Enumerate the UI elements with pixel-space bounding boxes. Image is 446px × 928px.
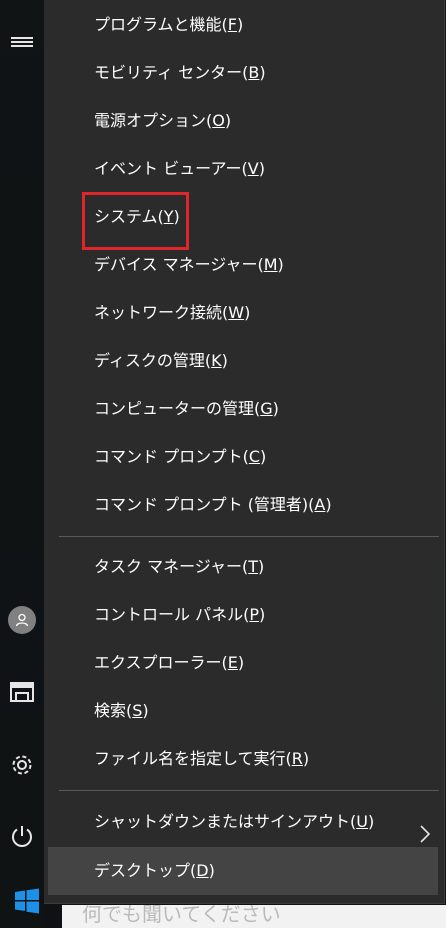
- menu-item-label: ディスクの管理(: [94, 351, 212, 370]
- menu-item-label: 電源オプション(: [94, 111, 213, 130]
- menu-item-search[interactable]: 検索(S): [44, 687, 444, 735]
- menu-item-label: モビリティ センター(: [94, 63, 249, 82]
- accelerator-key: U: [356, 812, 368, 831]
- menu-item-label-end: ): [224, 111, 232, 130]
- menu-item-label-end: ): [221, 351, 228, 370]
- menu-item-control-panel[interactable]: コントロール パネル(P): [44, 591, 444, 639]
- menu-item-label-end: ): [208, 861, 215, 880]
- menu-item-label-end: ): [258, 557, 265, 576]
- accelerator-key: T: [248, 557, 258, 576]
- settings-gear-icon[interactable]: [0, 743, 44, 787]
- accelerator-key: W: [228, 303, 245, 322]
- user-icon: [8, 606, 36, 634]
- menu-item-label-end: ): [258, 159, 265, 178]
- hamburger-icon[interactable]: [0, 20, 44, 64]
- menu-item-network-connections[interactable]: ネットワーク接続(W): [44, 289, 444, 337]
- menu-item-computer-management[interactable]: コンピューターの管理(G): [44, 385, 444, 433]
- accelerator-key: A: [314, 495, 326, 514]
- accelerator-key: V: [247, 159, 259, 178]
- menu-item-event-viewer[interactable]: イベント ビューアー(V): [44, 145, 444, 193]
- file-explorer-icon[interactable]: [0, 670, 44, 714]
- menu-item-command-prompt[interactable]: コマンド プロンプト(C): [44, 433, 444, 481]
- accelerator-key: D: [196, 861, 209, 880]
- accelerator-key: S: [132, 701, 143, 720]
- accelerator-key: M: [263, 255, 278, 274]
- menu-item-label-end: ): [259, 605, 266, 624]
- menu-item-label-end: ): [237, 653, 245, 672]
- menu-item-label-end: ): [260, 447, 267, 466]
- menu-item-label: 検索(: [94, 701, 133, 720]
- menu-item-shutdown-signout[interactable]: シャットダウンまたはサインアウト(U): [44, 798, 444, 846]
- accelerator-key: G: [260, 399, 273, 418]
- menu-item-power-options[interactable]: 電源オプション(O): [44, 97, 444, 145]
- menu-item-label: デスクトップ(: [94, 861, 197, 880]
- user-account-button[interactable]: [0, 598, 44, 642]
- menu-item-desktop[interactable]: デスクトップ(D): [48, 847, 438, 895]
- menu-item-label: プログラムと機能(: [94, 15, 228, 34]
- menu-item-label-end: ): [244, 303, 251, 322]
- start-menu-rail: [0, 0, 44, 928]
- accelerator-key: O: [212, 111, 225, 130]
- menu-item-label: コントロール パネル(: [94, 605, 250, 624]
- accelerator-key: B: [248, 63, 260, 82]
- menu-item-label: ファイル名を指定して実行(: [94, 749, 292, 768]
- taskbar-search-box[interactable]: 何でも聞いてください: [62, 902, 446, 928]
- accelerator-key: R: [291, 749, 303, 768]
- power-icon[interactable]: [0, 814, 44, 858]
- accelerator-key: K: [211, 351, 222, 370]
- menu-item-label: イベント ビューアー(: [94, 159, 248, 178]
- menu-item-label: シャットダウンまたはサインアウト(: [94, 812, 357, 831]
- menu-separator: [59, 536, 439, 537]
- menu-item-disk-management[interactable]: ディスクの管理(K): [44, 337, 444, 385]
- menu-item-label: ネットワーク接続(: [94, 303, 229, 322]
- menu-item-label-end: ): [302, 749, 310, 768]
- accelerator-key: P: [249, 605, 259, 624]
- menu-item-run[interactable]: ファイル名を指定して実行(R): [44, 735, 444, 783]
- menu-item-command-prompt-admin[interactable]: コマンド プロンプト (管理者)(A): [44, 481, 444, 529]
- menu-item-label: デバイス マネージャー(: [94, 255, 264, 274]
- accelerator-key: C: [248, 447, 261, 466]
- menu-item-label: コマンド プロンプト(: [94, 447, 249, 466]
- accelerator-key: E: [227, 653, 238, 672]
- menu-item-label-end: ): [236, 15, 244, 34]
- highlight-annotation-box: [82, 192, 189, 250]
- menu-item-label: エクスプローラー(: [94, 653, 228, 672]
- menu-item-mobility-center[interactable]: モビリティ センター(B): [44, 49, 444, 97]
- menu-item-label: コンピューターの管理(: [94, 399, 261, 418]
- menu-item-label-end: ): [367, 812, 375, 831]
- menu-item-task-manager[interactable]: タスク マネージャー(T): [44, 543, 444, 591]
- menu-separator: [59, 790, 439, 791]
- menu-item-label-end: ): [325, 495, 332, 514]
- menu-item-label-end: ): [272, 399, 279, 418]
- menu-item-label-end: ): [142, 701, 149, 720]
- menu-item-label: タスク マネージャー(: [94, 557, 249, 576]
- winx-context-menu: プログラムと機能(F) モビリティ センター(B) 電源オプション(O) イベン…: [44, 0, 445, 904]
- accelerator-key: F: [227, 15, 237, 34]
- menu-item-programs-features[interactable]: プログラムと機能(F): [44, 1, 444, 49]
- menu-item-label-end: ): [277, 255, 284, 274]
- menu-item-label-end: ): [259, 63, 266, 82]
- menu-item-file-explorer[interactable]: エクスプローラー(E): [44, 639, 444, 687]
- menu-item-label: コマンド プロンプト (管理者)(: [94, 495, 315, 514]
